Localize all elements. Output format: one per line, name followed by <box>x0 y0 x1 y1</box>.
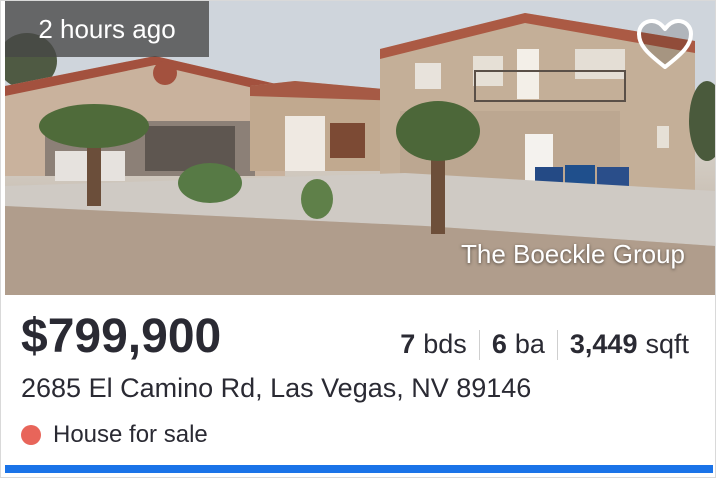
listing-facts: 7 bds 6 ba 3,449 sqft <box>400 329 689 360</box>
photo-watermark: The Boeckle Group <box>460 239 685 269</box>
status-dot-icon <box>21 425 41 445</box>
favorite-button[interactable] <box>635 17 695 73</box>
listing-info: $799,900 7 bds 6 ba 3,449 sqft 2685 El C… <box>1 295 716 479</box>
beds-count: 7 <box>400 329 416 359</box>
accent-bar <box>5 465 713 473</box>
heart-outline-icon <box>637 19 693 69</box>
baths-unit: ba <box>514 329 545 359</box>
sqft-count: 3,449 <box>569 329 638 359</box>
baths-count: 6 <box>491 329 507 359</box>
sqft-unit: sqft <box>645 329 689 359</box>
listing-card[interactable]: 2 hours ago The Boeckle Group $799,900 7… <box>0 0 716 478</box>
time-posted-badge: 2 hours ago <box>5 1 209 57</box>
listing-address-link[interactable]: 2685 El Camino Rd, Las Vegas, NV 89146 <box>21 373 531 404</box>
beds-unit: bds <box>423 329 467 359</box>
listing-price: $799,900 <box>21 310 222 363</box>
listing-status: House for sale <box>21 421 208 449</box>
facts-divider <box>556 329 558 360</box>
status-label: House for sale <box>53 421 208 448</box>
facts-divider <box>478 329 480 360</box>
